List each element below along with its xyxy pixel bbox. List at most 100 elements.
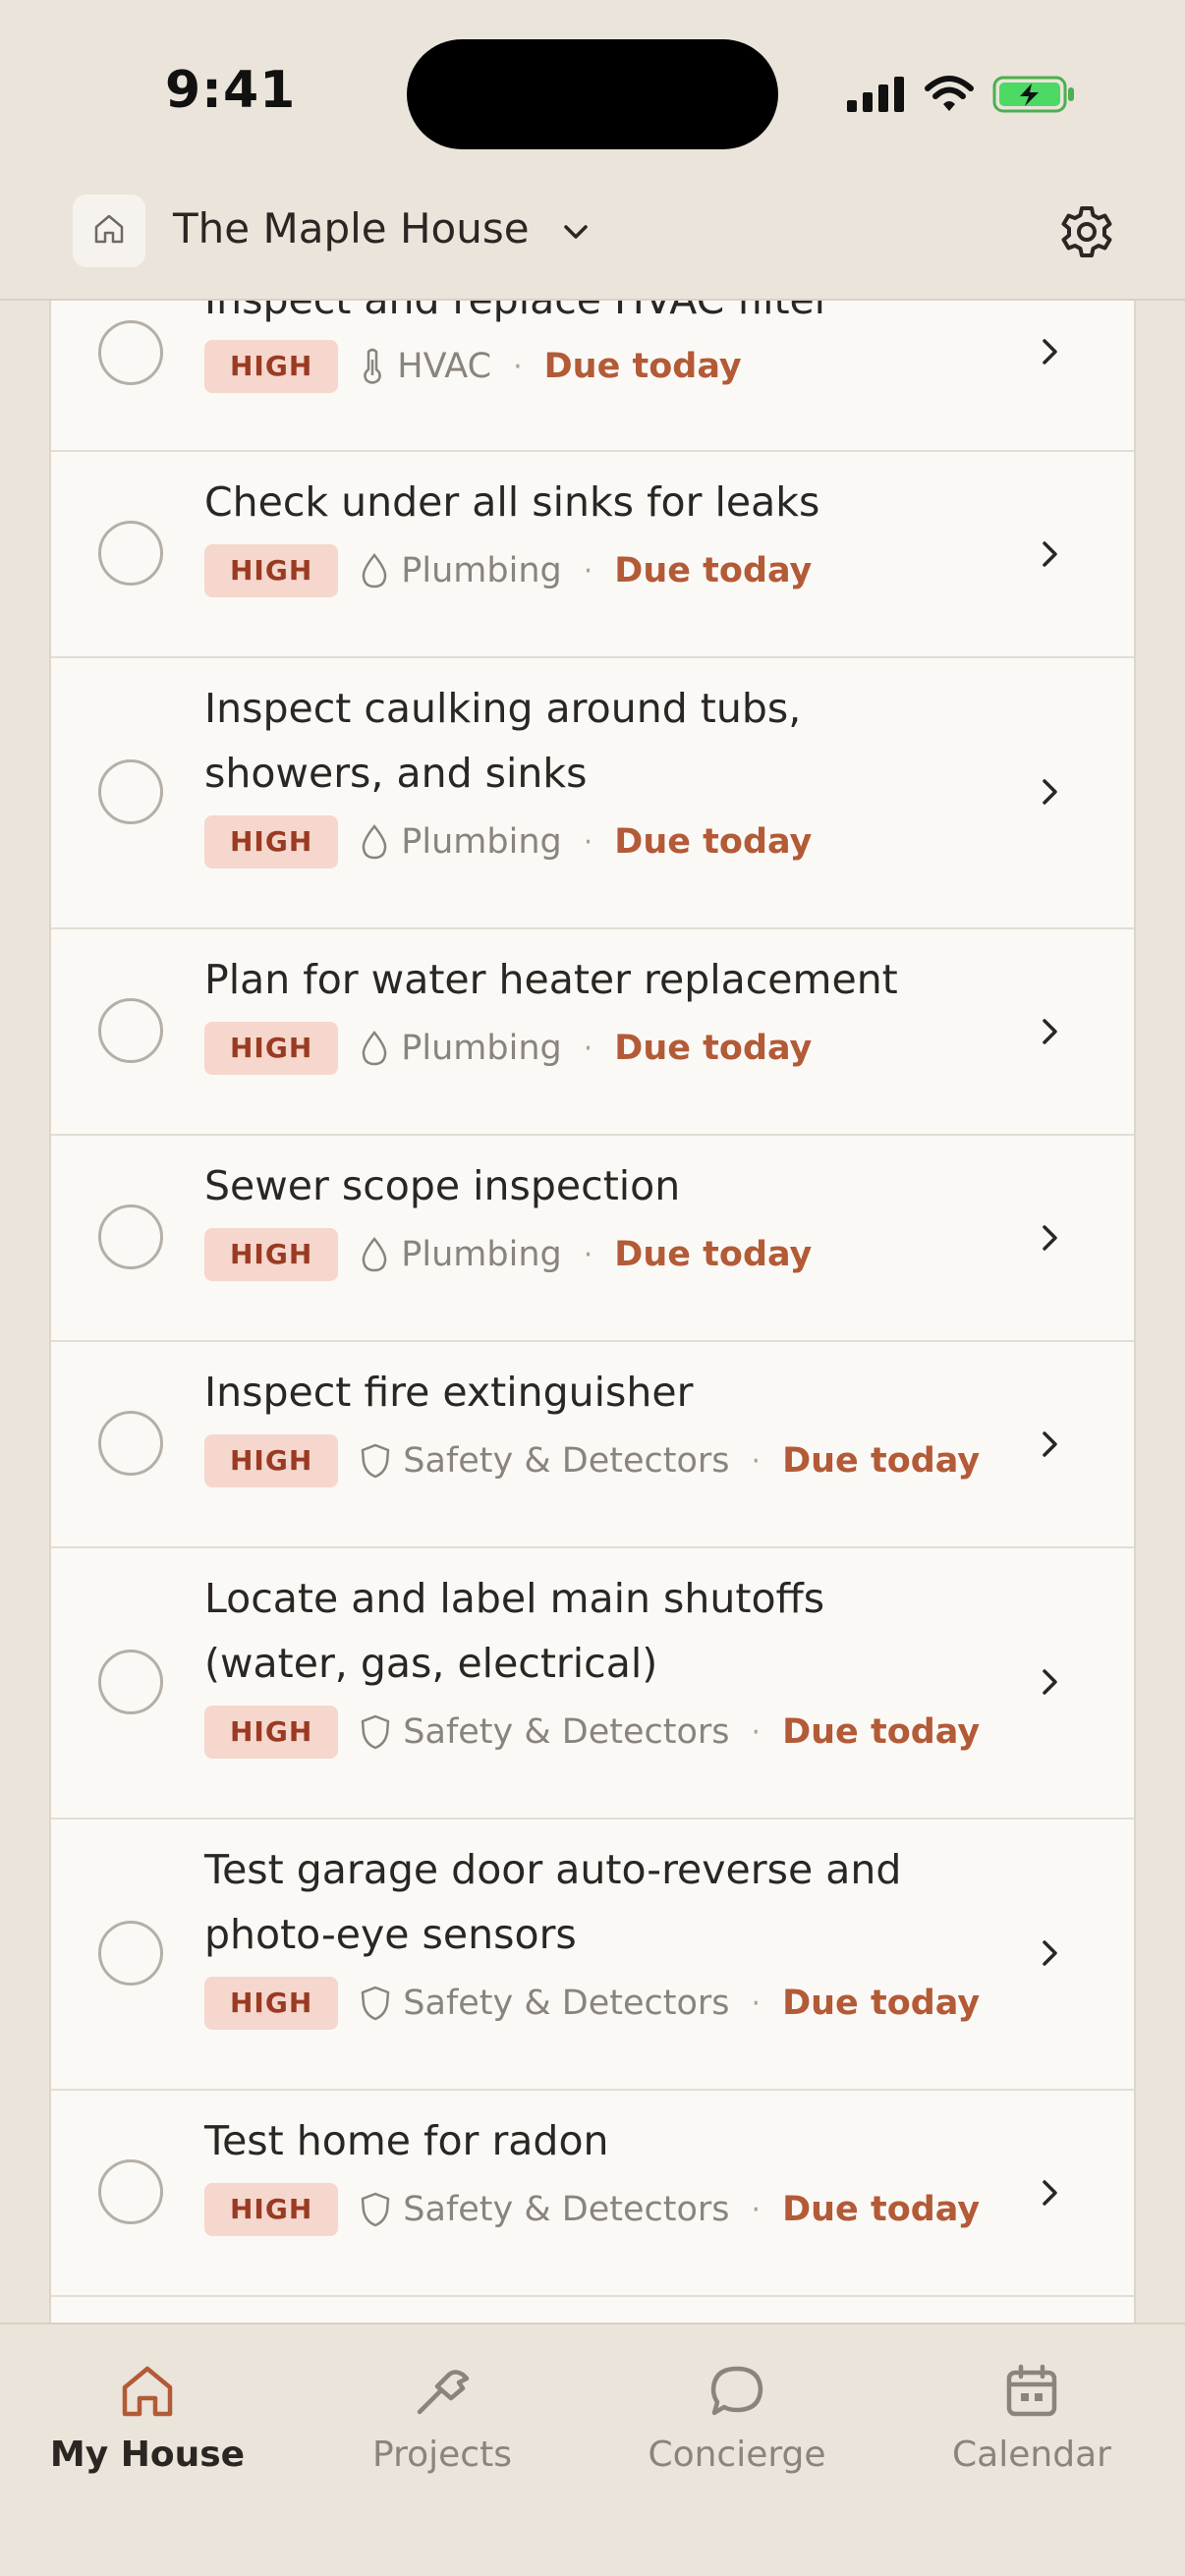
- category-label: Safety & Detectors: [403, 1712, 730, 1752]
- due-status: Due today: [614, 551, 813, 590]
- chevron-right-icon: [1030, 1933, 1069, 1977]
- house-name[interactable]: The Maple House: [173, 204, 530, 252]
- priority-badge: HIGH: [204, 1434, 339, 1487]
- task-meta: HIGH HVAC · Due today: [204, 340, 742, 393]
- tab-my-house[interactable]: My House: [0, 2360, 295, 2475]
- cellular-signal-icon: [847, 77, 906, 116]
- category-label: Plumbing: [401, 1029, 562, 1068]
- task-meta: HIGH Safety & Detectors · Due today: [204, 1706, 980, 1759]
- due-status: Due today: [782, 2190, 981, 2229]
- battery-charging-icon: [992, 74, 1077, 119]
- separator-dot: ·: [513, 349, 523, 384]
- separator-dot: ·: [583, 824, 593, 860]
- priority-badge: HIGH: [204, 1706, 339, 1759]
- chat-bubble-icon: [590, 2360, 884, 2423]
- shield-icon: [360, 1713, 391, 1751]
- task-row[interactable]: Check under all sinks for leaks HIGH Plu…: [51, 452, 1134, 658]
- task-title: Inspect and replace HVAC filter: [204, 301, 951, 332]
- due-status: Due today: [543, 347, 742, 386]
- task-checkbox[interactable]: [98, 1204, 163, 1269]
- priority-badge: HIGH: [204, 544, 339, 597]
- task-checkbox[interactable]: [98, 759, 163, 824]
- category-label: Safety & Detectors: [403, 2190, 730, 2229]
- tab-projects[interactable]: Projects: [295, 2360, 590, 2475]
- task-checkbox[interactable]: [98, 1921, 163, 1986]
- due-status: Due today: [782, 1441, 981, 1481]
- dynamic-island: [407, 39, 778, 149]
- task-row[interactable]: Inspect fire extinguisher HIGH Safety & …: [51, 1342, 1134, 1548]
- house-switcher-dropdown[interactable]: [556, 212, 595, 255]
- task-row[interactable]: Test garage door auto-reverse and photo-…: [51, 1820, 1134, 2091]
- task-checkbox[interactable]: [98, 998, 163, 1063]
- task-meta: HIGH Plumbing · Due today: [204, 544, 812, 597]
- due-status: Due today: [782, 1984, 981, 2023]
- gear-icon: [1057, 206, 1116, 265]
- task-row[interactable]: Inspect caulking around tubs, showers, a…: [51, 658, 1134, 929]
- chevron-right-icon: [1030, 1012, 1069, 1055]
- separator-dot: ·: [583, 1031, 593, 1066]
- due-status: Due today: [782, 1712, 981, 1752]
- task-title: Locate and label main shutoffs (water, g…: [204, 1575, 825, 1687]
- task-title: Check under all sinks for leaks: [204, 478, 820, 526]
- water-drop-icon: [360, 823, 389, 861]
- status-time: 9:41: [165, 61, 297, 120]
- task-meta: HIGH Plumbing · Due today: [204, 1228, 812, 1281]
- category-label: Plumbing: [401, 551, 562, 590]
- tab-label: Concierge: [648, 2435, 826, 2475]
- task-title: Plan for water heater replacement: [204, 956, 898, 1003]
- task-meta: HIGH Safety & Detectors · Due today: [204, 2183, 980, 2236]
- wifi-icon: [924, 75, 975, 118]
- category-label: Safety & Detectors: [403, 1441, 730, 1481]
- chevron-right-icon: [1030, 2173, 1069, 2216]
- home-icon: [0, 2360, 295, 2423]
- task-checkbox[interactable]: [98, 521, 163, 586]
- settings-button[interactable]: [1057, 202, 1116, 265]
- task-checkbox[interactable]: [98, 320, 163, 385]
- task-checkbox[interactable]: [98, 1650, 163, 1714]
- chevron-right-icon: [1030, 1425, 1069, 1468]
- bottom-tab-bar: My House Projects Concierge Calendar: [0, 2323, 1185, 2576]
- task-meta: HIGH Plumbing · Due today: [204, 815, 812, 868]
- status-icons: [847, 71, 1077, 122]
- chevron-down-icon: [556, 225, 595, 255]
- due-status: Due today: [614, 1235, 813, 1274]
- task-title: Sewer scope inspection: [204, 1162, 681, 1209]
- water-drop-icon: [360, 1236, 389, 1273]
- tab-calendar[interactable]: Calendar: [884, 2360, 1179, 2475]
- task-row[interactable]: Test home for radon HIGH Safety & Detect…: [51, 2091, 1134, 2297]
- tab-concierge[interactable]: Concierge: [590, 2360, 884, 2475]
- shield-icon: [360, 1985, 391, 2022]
- priority-badge: HIGH: [204, 1022, 339, 1075]
- category-label: Plumbing: [401, 1235, 562, 1274]
- priority-badge: HIGH: [204, 1228, 339, 1281]
- tab-label: Projects: [372, 2435, 512, 2475]
- task-meta: HIGH Safety & Detectors · Due today: [204, 1434, 980, 1487]
- home-chip[interactable]: [73, 195, 145, 267]
- priority-badge: HIGH: [204, 340, 339, 393]
- task-row[interactable]: Plan for water heater replacement HIGH P…: [51, 929, 1134, 1136]
- thermometer-icon: [360, 348, 385, 385]
- task-meta: HIGH Safety & Detectors · Due today: [204, 1977, 980, 2030]
- task-row[interactable]: Locate and label main shutoffs (water, g…: [51, 1548, 1134, 1820]
- task-list: Inspect and replace HVAC filter HIGH HVA…: [49, 301, 1136, 2323]
- water-drop-icon: [360, 552, 389, 589]
- chevron-right-icon: [1030, 772, 1069, 815]
- task-checkbox[interactable]: [98, 2159, 163, 2224]
- priority-badge: HIGH: [204, 1977, 339, 2030]
- priority-badge: HIGH: [204, 815, 339, 868]
- due-status: Due today: [614, 1029, 813, 1068]
- category-label: HVAC: [397, 347, 492, 386]
- chevron-right-icon: [1030, 1218, 1069, 1261]
- hammer-icon: [295, 2360, 590, 2423]
- separator-dot: ·: [751, 2192, 762, 2227]
- task-row[interactable]: Inspect and replace HVAC filter HIGH HVA…: [51, 301, 1134, 452]
- priority-badge: HIGH: [204, 2183, 339, 2236]
- category-label: Safety & Detectors: [403, 1984, 730, 2023]
- task-row[interactable]: Sewer scope inspection HIGH Plumbing · D…: [51, 1136, 1134, 1342]
- task-checkbox[interactable]: [98, 1411, 163, 1476]
- shield-icon: [360, 2191, 391, 2228]
- chevron-right-icon: [1030, 534, 1069, 578]
- shield-icon: [360, 1442, 391, 1480]
- chevron-right-icon: [1030, 1662, 1069, 1706]
- water-drop-icon: [360, 1030, 389, 1067]
